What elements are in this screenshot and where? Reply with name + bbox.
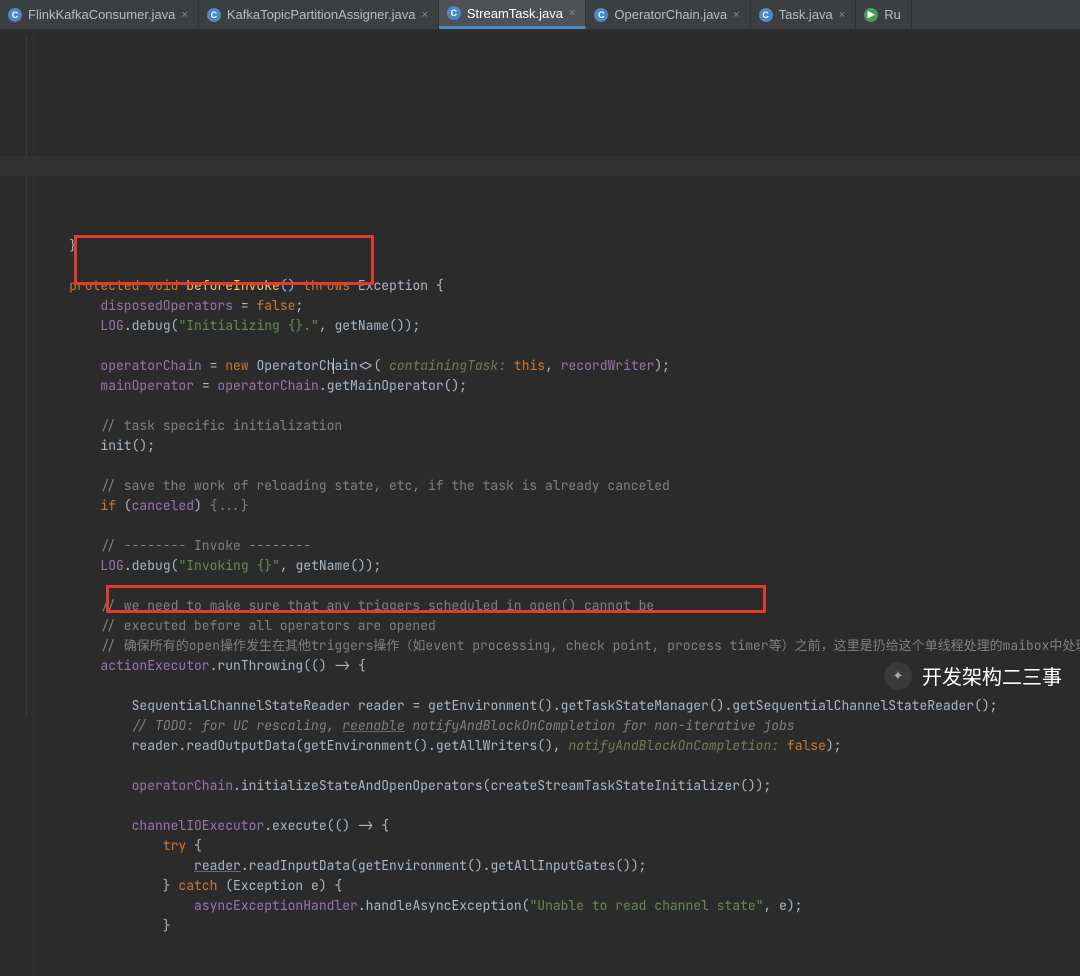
- code-body: } protected void beforeInvoke() throws E…: [38, 216, 1080, 956]
- tab-flinkkafkaconsumer[interactable]: C FlinkKafkaConsumer.java ×: [0, 0, 199, 29]
- tab-operatorchain[interactable]: C OperatorChain.java ×: [586, 0, 750, 29]
- class-icon: C: [594, 8, 608, 22]
- watermark: ✦ 开发架构二三事: [884, 661, 1062, 690]
- tab-label: Task.java: [779, 7, 833, 22]
- tab-bar: C FlinkKafkaConsumer.java × C KafkaTopic…: [0, 0, 1080, 30]
- run-icon: ▶: [864, 8, 878, 22]
- close-icon[interactable]: ×: [733, 9, 739, 21]
- close-icon[interactable]: ×: [181, 9, 187, 21]
- class-icon: C: [207, 8, 221, 22]
- tab-run[interactable]: ▶ Ru: [856, 0, 912, 29]
- fold-guide: [26, 36, 27, 716]
- class-icon: C: [447, 6, 461, 20]
- tab-label: Ru: [884, 7, 901, 22]
- wechat-icon: ✦: [884, 662, 912, 690]
- close-icon[interactable]: ×: [839, 9, 845, 21]
- tab-label: StreamTask.java: [467, 6, 563, 21]
- caret-line-highlight: [0, 156, 1080, 176]
- tab-streamtask[interactable]: C StreamTask.java ×: [439, 0, 587, 29]
- close-icon[interactable]: ×: [569, 7, 575, 19]
- tab-kafkatopicpartitionassigner[interactable]: C KafkaTopicPartitionAssigner.java ×: [199, 0, 439, 29]
- tab-task[interactable]: C Task.java ×: [751, 0, 857, 29]
- tab-label: KafkaTopicPartitionAssigner.java: [227, 7, 416, 22]
- class-icon: C: [8, 8, 22, 22]
- class-icon: C: [759, 8, 773, 22]
- tab-label: FlinkKafkaConsumer.java: [28, 7, 175, 22]
- tab-label: OperatorChain.java: [614, 7, 727, 22]
- code-editor[interactable]: } protected void beforeInvoke() throws E…: [0, 30, 1080, 976]
- watermark-text: 开发架构二三事: [922, 661, 1062, 690]
- close-icon[interactable]: ×: [421, 9, 427, 21]
